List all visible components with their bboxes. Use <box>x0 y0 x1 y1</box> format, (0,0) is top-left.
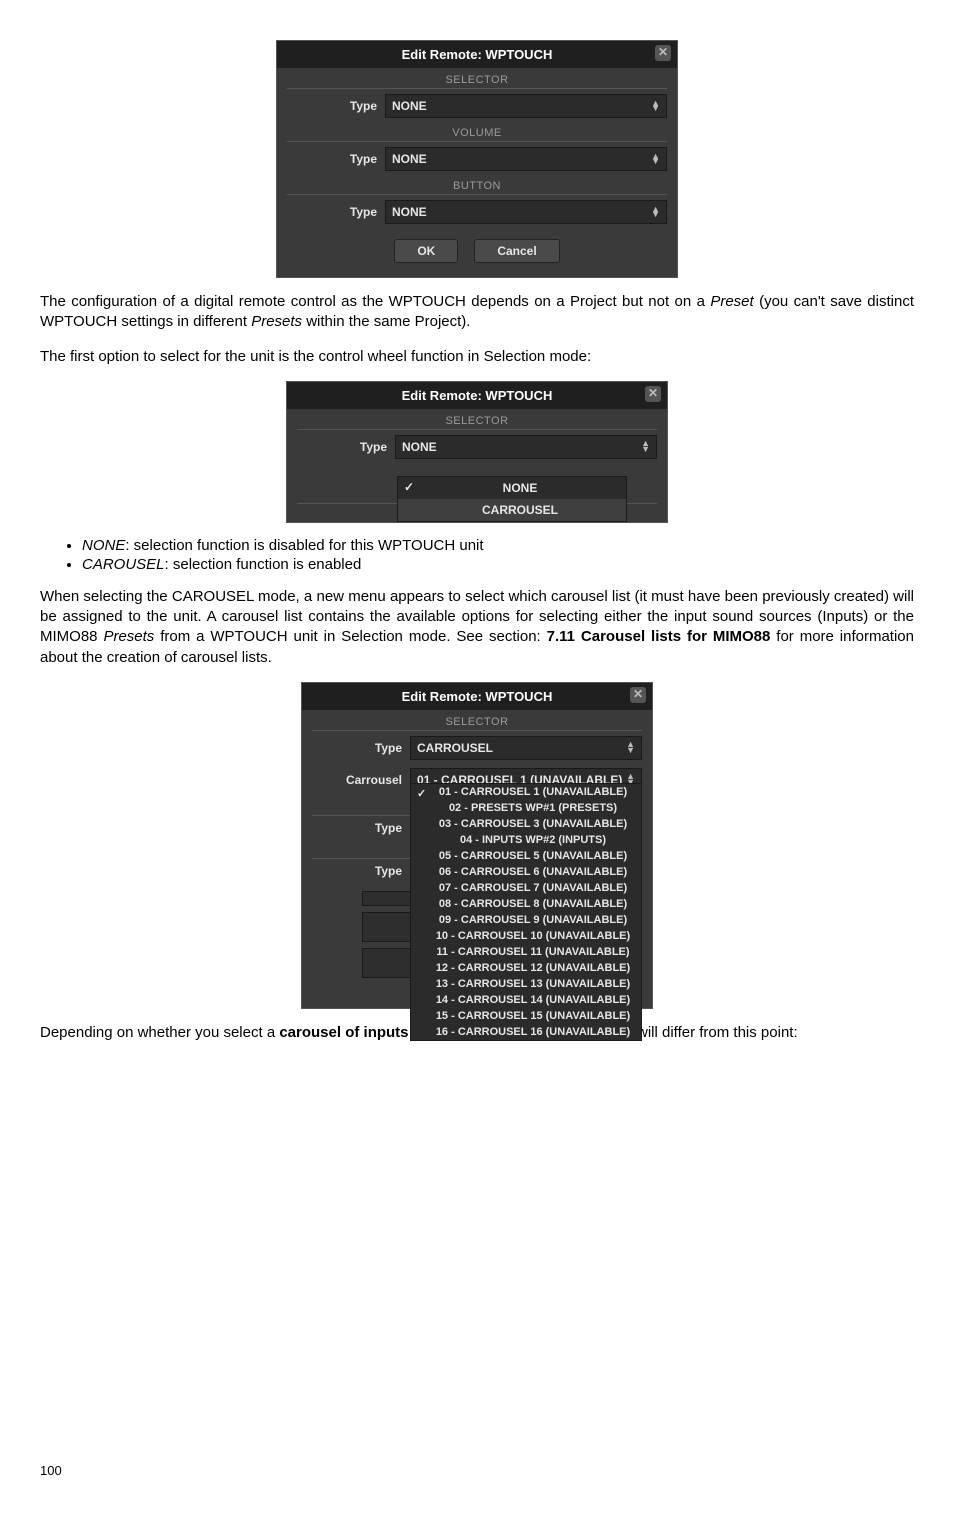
dialog-title-text: Edit Remote: WPTOUCH <box>402 47 553 62</box>
selector-type-value: NONE <box>392 99 427 113</box>
type-option-none[interactable]: NONE <box>398 477 626 499</box>
sort-arrows-icon: ▲▼ <box>651 207 660 218</box>
close-icon[interactable]: ✕ <box>645 386 661 402</box>
carrousel-option[interactable]: 15 - CARROUSEL 15 (UNAVAILABLE) <box>411 1008 641 1024</box>
edit-remote-dialog-3: Edit Remote: WPTOUCH ✕ SELECTOR Type CAR… <box>301 682 653 1009</box>
selector-type-row: Type NONE ▲▼ <box>277 89 677 121</box>
dialog-title-text: Edit Remote: WPTOUCH <box>402 689 553 704</box>
selector-type-value: NONE <box>402 440 437 454</box>
button-type-row: Type NONE ▲▼ <box>277 195 677 227</box>
type-label: Type <box>312 864 410 878</box>
type-dropdown-list: NONE CARROUSEL <box>397 476 627 522</box>
sort-arrows-icon: ▲▼ <box>626 742 635 753</box>
carrousel-option[interactable]: 08 - CARROUSEL 8 (UNAVAILABLE) <box>411 896 641 912</box>
close-icon[interactable]: ✕ <box>630 687 646 703</box>
ok-button[interactable]: OK <box>394 239 458 263</box>
selection-options-list: NONE: selection function is disabled for… <box>40 537 914 573</box>
dialog-buttons: OK Cancel <box>277 227 677 277</box>
close-icon[interactable]: ✕ <box>655 45 671 61</box>
type-option-carrousel[interactable]: CARROUSEL <box>398 499 626 521</box>
carrousel-option[interactable]: 02 - PRESETS WP#1 (PRESETS) <box>411 800 641 816</box>
cancel-button[interactable]: Cancel <box>474 239 559 263</box>
paragraph-config-depends: The configuration of a digital remote co… <box>40 292 914 333</box>
selector-type-row: Type CARROUSEL ▲▼ <box>302 731 652 763</box>
dialog-title: Edit Remote: WPTOUCH ✕ <box>287 382 667 409</box>
carrousel-option[interactable]: 11 - CARROUSEL 11 (UNAVAILABLE) <box>411 944 641 960</box>
sort-arrows-icon: ▲▼ <box>641 441 650 452</box>
carrousel-option[interactable]: 16 - CARROUSEL 16 (UNAVAILABLE) <box>411 1024 641 1040</box>
volume-type-value: NONE <box>392 152 427 166</box>
button-type-value: NONE <box>392 205 427 219</box>
carrousel-option[interactable]: 07 - CARROUSEL 7 (UNAVAILABLE) <box>411 880 641 896</box>
selector-type-select[interactable]: NONE ▲▼ <box>395 435 657 459</box>
list-item: CAROUSEL: selection function is enabled <box>82 556 914 573</box>
carrousel-option[interactable]: 06 - CARROUSEL 6 (UNAVAILABLE) <box>411 864 641 880</box>
carrousel-option[interactable]: 09 - CARROUSEL 9 (UNAVAILABLE) <box>411 912 641 928</box>
button-heading: BUTTON <box>287 174 667 195</box>
type-label: Type <box>297 440 395 454</box>
volume-type-row: Type NONE ▲▼ <box>277 142 677 174</box>
page-number: 100 <box>40 1463 914 1478</box>
carrousel-option[interactable]: 01 - CARROUSEL 1 (UNAVAILABLE) <box>411 784 641 800</box>
selector-type-row: Type NONE ▲▼ <box>287 430 667 462</box>
carrousel-dropdown-list: 01 - CARROUSEL 1 (UNAVAILABLE)02 - PRESE… <box>410 783 642 1041</box>
sort-arrows-icon: ▲▼ <box>651 101 660 112</box>
carrousel-option[interactable]: 12 - CARROUSEL 12 (UNAVAILABLE) <box>411 960 641 976</box>
selector-heading: SELECTOR <box>297 409 657 430</box>
carrousel-option[interactable]: 14 - CARROUSEL 14 (UNAVAILABLE) <box>411 992 641 1008</box>
selector-type-select[interactable]: CARROUSEL ▲▼ <box>410 736 642 760</box>
carrousel-option[interactable]: 05 - CARROUSEL 5 (UNAVAILABLE) <box>411 848 641 864</box>
carrousel-label: Carrousel <box>312 773 410 787</box>
type-label: Type <box>287 205 385 219</box>
selector-type-select[interactable]: NONE ▲▼ <box>385 94 667 118</box>
dialog-title-text: Edit Remote: WPTOUCH <box>402 388 553 403</box>
carrousel-option[interactable]: 04 - INPUTS WP#2 (INPUTS) <box>411 832 641 848</box>
dialog-title: Edit Remote: WPTOUCH ✕ <box>302 683 652 710</box>
type-label: Type <box>287 99 385 113</box>
list-item: NONE: selection function is disabled for… <box>82 537 914 554</box>
type-label: Type <box>312 741 410 755</box>
paragraph-first-option: The first option to select for the unit … <box>40 347 914 367</box>
type-label: Type <box>287 152 385 166</box>
dialog-title: Edit Remote: WPTOUCH ✕ <box>277 41 677 68</box>
paragraph-carousel-mode: When selecting the CAROUSEL mode, a new … <box>40 587 914 668</box>
selector-heading: SELECTOR <box>312 710 642 731</box>
volume-heading: VOLUME <box>287 121 667 142</box>
selector-type-value: CARROUSEL <box>417 741 493 755</box>
type-label: Type <box>312 821 410 835</box>
carrousel-option[interactable]: 13 - CARROUSEL 13 (UNAVAILABLE) <box>411 976 641 992</box>
carrousel-option[interactable]: 10 - CARROUSEL 10 (UNAVAILABLE) <box>411 928 641 944</box>
edit-remote-dialog-2: Edit Remote: WPTOUCH ✕ SELECTOR Type NON… <box>286 381 668 523</box>
selector-heading: SELECTOR <box>287 68 667 89</box>
button-type-select[interactable]: NONE ▲▼ <box>385 200 667 224</box>
volume-type-select[interactable]: NONE ▲▼ <box>385 147 667 171</box>
sort-arrows-icon: ▲▼ <box>651 154 660 165</box>
carrousel-option[interactable]: 03 - CARROUSEL 3 (UNAVAILABLE) <box>411 816 641 832</box>
edit-remote-dialog-1: Edit Remote: WPTOUCH ✕ SELECTOR Type NON… <box>276 40 678 278</box>
